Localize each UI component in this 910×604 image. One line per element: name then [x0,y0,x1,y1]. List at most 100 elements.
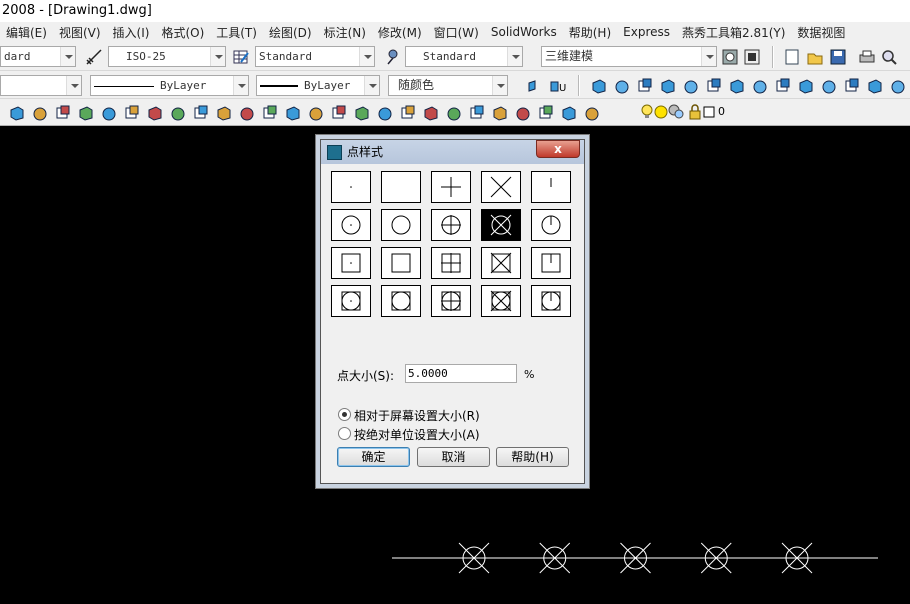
solid-tool-icon[interactable] [590,77,608,95]
solid-tool-icon[interactable] [820,77,838,95]
menu-item[interactable]: 修改(M) [372,24,428,41]
point-style-option[interactable] [481,171,521,203]
menu-item[interactable]: 帮助(H) [563,24,617,41]
modify-tool-icon[interactable] [261,104,279,122]
modify-tool-icon[interactable] [353,104,371,122]
dialog-title-bar[interactable]: 点样式 x [321,140,584,164]
solid-tool-icon[interactable] [774,77,792,95]
workspace-select[interactable]: 三维建模 [541,46,717,67]
point-style-option[interactable] [331,285,371,317]
radio-absolute-label[interactable]: 按绝对单位设置大小(A) [354,426,480,443]
box-icon[interactable] [524,77,542,95]
point-style-option[interactable] [431,171,471,203]
workspace-settings-icon[interactable] [721,48,739,66]
lineweight-select[interactable]: ByLayer [256,75,380,96]
menu-item[interactable]: 窗口(W) [428,24,485,41]
modify-tool-icon[interactable] [468,104,486,122]
save-icon[interactable] [829,48,847,66]
modify-tool-icon[interactable] [100,104,118,122]
modify-tool-icon[interactable] [376,104,394,122]
modify-tool-icon[interactable] [123,104,141,122]
menu-item[interactable]: 燕秀工具箱2.81(Y) [676,24,791,41]
modify-tool-icon[interactable] [399,104,417,122]
modify-tool-icon[interactable] [445,104,463,122]
modify-tool-icon[interactable] [537,104,555,122]
menu-item[interactable]: 数据视图 [791,24,851,41]
modify-tool-icon[interactable] [284,104,302,122]
modify-tool-icon[interactable] [330,104,348,122]
point-style-option[interactable] [431,285,471,317]
solid-tool-icon[interactable] [705,77,723,95]
radio-relative[interactable] [338,408,351,421]
drawn-point[interactable] [620,542,651,574]
modify-tool-icon[interactable] [215,104,233,122]
solid-tool-icon[interactable] [613,77,631,95]
menu-item[interactable]: Express [617,25,676,39]
modify-tool-icon[interactable] [192,104,210,122]
modify-tool-icon[interactable] [146,104,164,122]
modify-tool-icon[interactable] [8,104,26,122]
drawn-point[interactable] [539,542,571,574]
solid-tool-icon[interactable] [797,77,815,95]
chevron-down-icon[interactable] [364,76,379,95]
print-icon[interactable] [858,48,876,66]
point-style-option[interactable] [381,247,421,279]
extrude-u-icon[interactable]: U [549,77,567,95]
menu-item[interactable]: 编辑(E) [0,24,53,41]
point-style-option[interactable] [331,247,371,279]
solid-tool-icon[interactable] [889,77,907,95]
point-style-option[interactable] [531,247,571,279]
solid-tool-icon[interactable] [659,77,677,95]
solid-tool-icon[interactable] [636,77,654,95]
solid-tool-icon[interactable] [843,77,861,95]
point-style-option[interactable] [381,209,421,241]
menu-item[interactable]: 标注(N) [318,24,372,41]
drawn-point[interactable] [700,542,732,574]
point-style-option[interactable] [531,285,571,317]
point-style-option[interactable] [481,209,521,241]
radio-relative-label[interactable]: 相对于屏幕设置大小(R) [354,407,480,424]
point-style-option[interactable] [481,247,521,279]
toolbar-lock-icon[interactable] [743,48,761,66]
mleader-style-select[interactable]: Standard [405,46,523,67]
drawn-point[interactable] [781,542,813,574]
close-button[interactable]: x [536,140,580,158]
ok-button[interactable]: 确定 [337,447,410,467]
point-style-option[interactable] [331,171,371,203]
solid-tool-icon[interactable] [866,77,884,95]
menu-item[interactable]: 插入(I) [107,24,156,41]
color-select[interactable]: 随颜色 [388,75,508,96]
dimension-style-icon[interactable] [85,48,103,66]
text-style-select[interactable]: dard [0,46,76,67]
point-style-option[interactable] [431,209,471,241]
menu-item[interactable]: 工具(T) [210,24,263,41]
chevron-down-icon[interactable] [60,47,75,66]
new-file-icon[interactable] [783,48,801,66]
help-button[interactable]: 帮助(H) [496,447,569,467]
modify-tool-icon[interactable] [583,104,601,122]
modify-tool-icon[interactable] [491,104,509,122]
solid-tool-icon[interactable] [728,77,746,95]
chevron-down-icon[interactable] [507,47,522,66]
menu-item[interactable]: 绘图(D) [263,24,318,41]
point-size-input[interactable]: 5.0000 [405,364,517,383]
chevron-down-icon[interactable] [210,47,225,66]
point-style-option[interactable] [381,285,421,317]
menu-item[interactable]: 格式(O) [155,24,210,41]
table-style-select[interactable]: Standard [255,46,375,67]
point-style-option[interactable] [531,171,571,203]
modify-tool-icon[interactable] [514,104,532,122]
plot-preview-icon[interactable] [880,48,898,66]
drawn-point[interactable] [458,542,490,574]
solid-tool-icon[interactable] [682,77,700,95]
radio-absolute[interactable] [338,427,351,440]
modify-tool-icon[interactable] [31,104,49,122]
chevron-down-icon[interactable] [359,47,374,66]
cancel-button[interactable]: 取消 [417,447,490,467]
freeze-icon[interactable] [668,104,686,122]
modify-tool-icon[interactable] [560,104,578,122]
linetype-select[interactable]: ByLayer [90,75,249,96]
point-style-option[interactable] [531,209,571,241]
chevron-down-icon[interactable] [233,76,248,95]
chevron-down-icon[interactable] [492,76,507,95]
